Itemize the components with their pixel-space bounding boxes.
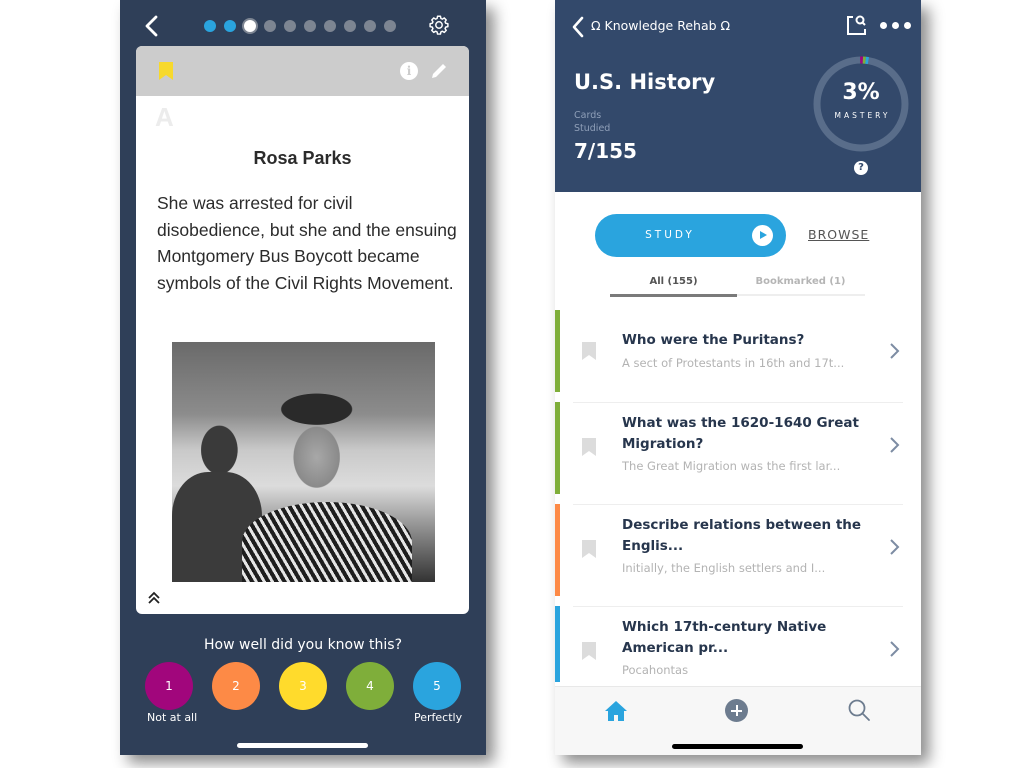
back-chevron-icon[interactable]	[571, 16, 585, 38]
chevron-right-icon[interactable]	[888, 640, 900, 658]
rating-button-4[interactable]: 4	[346, 662, 394, 710]
card-question: Describe relations between the Englis...	[622, 517, 862, 554]
info-icon[interactable]: i	[400, 62, 418, 80]
progress-dot[interactable]	[324, 20, 336, 32]
progress-dot[interactable]	[224, 20, 236, 32]
card-list-item[interactable]: What was the 1620-1640 Great Migration? T…	[555, 402, 921, 505]
deck-title: U.S. History	[574, 70, 716, 94]
flashcard[interactable]: i A Rosa Parks She was arrested for civi…	[136, 46, 469, 614]
mastery-color-bar	[555, 310, 560, 392]
tab-bookmarked[interactable]: Bookmarked (1)	[737, 276, 864, 287]
progress-dot[interactable]	[244, 20, 256, 32]
bookmark-icon[interactable]	[582, 540, 596, 558]
photo-figure-foreground	[242, 502, 412, 582]
rating-question: How well did you know this?	[204, 637, 402, 653]
flashcard-topbar	[120, 0, 486, 46]
card-list-item[interactable]: Which 17th-century Native American pr...…	[555, 606, 921, 698]
preview-search-icon[interactable]	[845, 14, 867, 36]
rating-max-label: Perfectly	[414, 711, 463, 724]
bookmark-icon[interactable]	[582, 342, 596, 360]
chevron-right-icon[interactable]	[888, 342, 900, 360]
home-indicator	[672, 744, 803, 749]
progress-dot[interactable]	[284, 20, 296, 32]
pencil-icon[interactable]	[430, 62, 448, 80]
browse-link[interactable]: BROWSE	[808, 227, 869, 242]
card-answer-preview: The Great Migration was the first lar...	[622, 459, 841, 473]
progress-dot[interactable]	[204, 20, 216, 32]
progress-dots	[204, 20, 396, 32]
card-answer-preview: Pocahontas	[622, 663, 689, 677]
card-header: i	[136, 46, 469, 96]
rating-min-label: Not at all	[147, 711, 198, 724]
mastery-percent: 3%	[842, 80, 880, 105]
bookmark-icon[interactable]	[159, 62, 173, 80]
more-options-icon[interactable]	[880, 22, 911, 29]
progress-dot[interactable]	[344, 20, 356, 32]
rating-button-2[interactable]: 2	[212, 662, 260, 710]
back-chevron-icon[interactable]	[142, 14, 162, 38]
breadcrumb[interactable]: Ω Knowledge Rehab Ω	[591, 18, 730, 33]
chevron-right-icon[interactable]	[888, 436, 900, 454]
rating-buttons: 12345	[145, 662, 461, 710]
home-icon[interactable]	[604, 699, 628, 723]
rating-button-5[interactable]: 5	[413, 662, 461, 710]
mastery-color-bar	[555, 402, 560, 494]
chevron-right-icon[interactable]	[888, 538, 900, 556]
card-answer-preview: Initially, the English settlers and I...	[622, 561, 826, 575]
card-photo	[172, 342, 435, 582]
card-question: Which 17th-century Native American pr...	[622, 619, 827, 656]
home-indicator	[237, 743, 368, 748]
cards-studied-label: Cards Studied	[574, 110, 611, 134]
flashcard-screen: i A Rosa Parks She was arrested for civi…	[120, 0, 486, 755]
progress-dot[interactable]	[384, 20, 396, 32]
play-icon	[752, 225, 773, 246]
rating-button-3[interactable]: 3	[279, 662, 327, 710]
card-list-item[interactable]: Who were the Puritans? A sect of Protesta…	[555, 310, 921, 403]
card-question: Who were the Puritans?	[622, 332, 805, 348]
search-icon[interactable]	[847, 698, 871, 722]
rating-button-1[interactable]: 1	[145, 662, 193, 710]
mastery-color-bar	[555, 504, 560, 596]
deck-header: Ω Knowledge Rehab Ω U.S. History Cards S…	[555, 0, 921, 192]
bookmark-icon[interactable]	[582, 438, 596, 456]
mastery-color-bar	[555, 606, 560, 682]
cards-studied-value: 7/155	[574, 139, 637, 163]
progress-dot[interactable]	[304, 20, 316, 32]
card-filter-tabs: All (155) Bookmarked (1)	[610, 274, 865, 297]
deck-screen: Ω Knowledge Rehab Ω U.S. History Cards S…	[555, 0, 921, 755]
double-chevron-up-icon[interactable]	[146, 590, 162, 606]
study-button-label: STUDY	[645, 229, 695, 241]
card-side-label: A	[155, 102, 174, 132]
gear-icon[interactable]	[428, 14, 450, 36]
study-button[interactable]: STUDY	[595, 214, 786, 257]
tab-all[interactable]: All (155)	[610, 276, 737, 297]
add-icon[interactable]	[725, 699, 748, 722]
card-title: Rosa Parks	[253, 148, 352, 168]
bookmark-icon[interactable]	[582, 642, 596, 660]
card-answer-preview: A sect of Protestants in 16th and 17t...	[622, 356, 845, 370]
progress-dot[interactable]	[364, 20, 376, 32]
progress-dot[interactable]	[264, 20, 276, 32]
card-list-item[interactable]: Describe relations between the Englis...…	[555, 504, 921, 607]
card-body-text: She was arrested for civil disobedience,…	[157, 193, 457, 294]
card-question: What was the 1620-1640 Great Migration?	[622, 415, 859, 452]
bottom-tab-bar	[555, 686, 921, 755]
help-icon[interactable]: ?	[854, 161, 868, 175]
mastery-label: MASTERY	[834, 111, 891, 120]
